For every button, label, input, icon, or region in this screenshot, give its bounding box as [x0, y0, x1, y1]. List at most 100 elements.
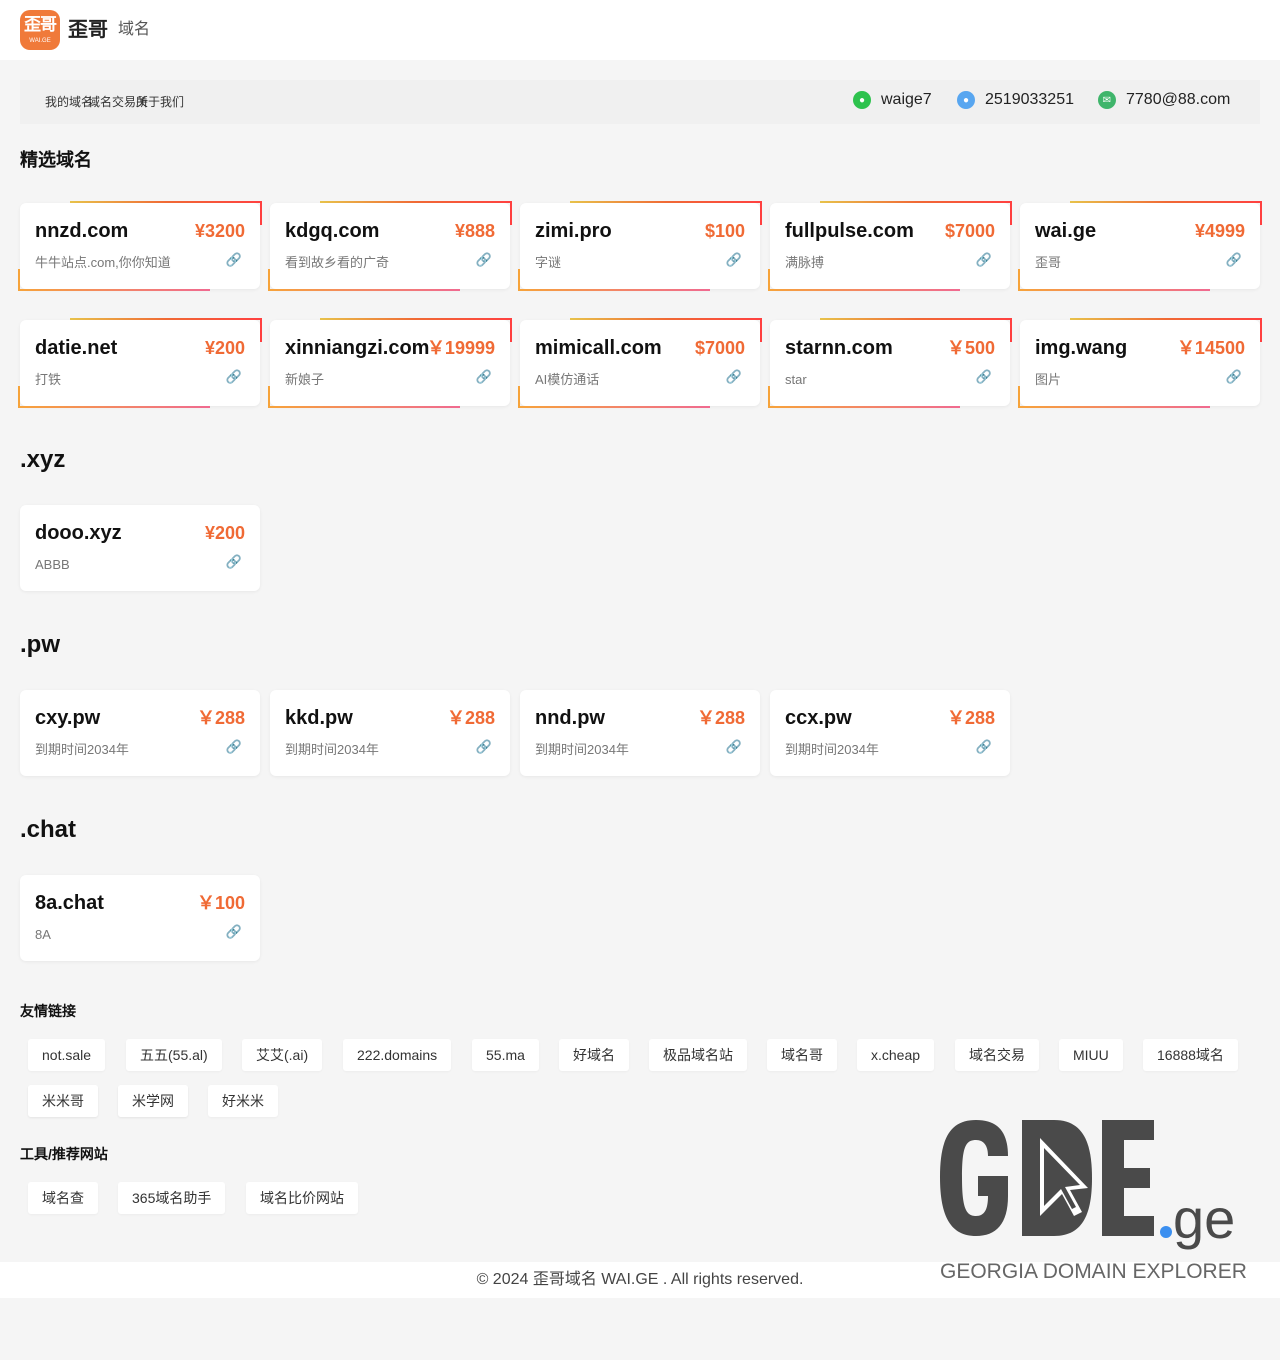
domain-card-dooo-xyz[interactable]: dooo.xyz ¥200 ABBB 🔗 — [20, 505, 260, 591]
domain-name: img.wang — [1035, 337, 1128, 359]
link-tag-x-cheap[interactable]: x.cheap — [857, 1039, 935, 1071]
domain-description: 字谜 — [535, 255, 562, 270]
link-icon[interactable]: 🔗 — [476, 738, 492, 756]
link-icon[interactable]: 🔗 — [226, 923, 242, 941]
domain-card-starnn-com[interactable]: starnn.com ￥500 star 🔗 — [768, 318, 1012, 408]
link-tag-16888[interactable]: 16888域名 — [1143, 1039, 1238, 1071]
link-tag-55-al[interactable]: 五五(55.al) — [126, 1039, 222, 1071]
domain-card-wai-ge[interactable]: wai.ge ¥4999 歪哥 🔗 — [1018, 201, 1262, 291]
domain-card-kdgq-com[interactable]: kdgq.com ¥888 看到故乡看的广奇 🔗 — [268, 201, 512, 291]
domain-price: ￥288 — [946, 708, 995, 728]
domain-card-nnd-pw[interactable]: nnd.pw ￥288 到期时间2034年 🔗 — [520, 690, 760, 776]
contact-mail[interactable]: ✉ 7780@88.com — [1098, 90, 1230, 110]
link-icon[interactable]: 🔗 — [1226, 251, 1242, 269]
domain-price: ￥100 — [196, 893, 245, 913]
domain-description: 新娘子 — [285, 372, 325, 387]
domain-price: $100 — [704, 221, 745, 241]
svg-text:ge: ge — [1173, 1187, 1235, 1250]
link-icon[interactable]: 🔗 — [226, 251, 242, 269]
brand-name[interactable]: 歪哥 — [68, 17, 108, 43]
domain-description: star — [785, 372, 807, 387]
domain-card-mimicall-com[interactable]: mimicall.com $7000 AI模仿通话 🔗 — [518, 318, 762, 408]
section-title-featured: 精选域名 — [20, 150, 92, 170]
link-tag-not-sale[interactable]: not.sale — [28, 1039, 106, 1071]
link-tag-item-2[interactable]: 好米米 — [208, 1085, 278, 1117]
link-tag-item-6[interactable]: 极品域名站 — [649, 1039, 747, 1071]
domain-card-zimi-pro[interactable]: zimi.pro $100 字谜 🔗 — [518, 201, 762, 291]
link-tag-ai[interactable]: 艾艾(.ai) — [242, 1039, 323, 1071]
site-logo[interactable]: 歪哥 WAI.GE — [20, 10, 60, 50]
card-accent-bottom — [518, 289, 710, 291]
domain-price: ￥288 — [446, 708, 495, 728]
domain-card-kkd-pw[interactable]: kkd.pw ￥288 到期时间2034年 🔗 — [270, 690, 510, 776]
gde-logo[interactable]: ge GEORGIA DOMAIN EXPLORER — [936, 1112, 1247, 1292]
svg-text:GEORGIA DOMAIN EXPLORER: GEORGIA DOMAIN EXPLORER — [940, 1260, 1246, 1283]
card-accent-left — [268, 269, 270, 291]
link-tag-item-1[interactable]: 米学网 — [118, 1085, 188, 1117]
card-accent-bottom — [268, 406, 460, 408]
domain-card-nnzd-com[interactable]: nnzd.com ¥3200 牛牛站点.com,你你知道 🔗 — [18, 201, 262, 291]
section-title-xyz: .xyz — [20, 446, 66, 473]
nav-about-us[interactable]: 关于我们 — [136, 94, 184, 110]
domain-card-8a-chat[interactable]: 8a.chat ￥100 8A 🔗 — [20, 875, 260, 961]
domain-description: 到期时间2034年 — [785, 742, 879, 757]
link-tag-365[interactable]: 365域名助手 — [118, 1182, 226, 1214]
link-tag-item-0[interactable]: 米米哥 — [28, 1085, 98, 1117]
nav-my-domains[interactable]: 我的域名 — [45, 94, 93, 110]
link-icon[interactable]: 🔗 — [226, 368, 242, 386]
domain-name: kkd.pw — [285, 707, 353, 729]
mail-address: 7780@88.com — [1126, 91, 1231, 108]
nav-bar: 我的域名 域名交易所 关于我们 ● waige7 ● 2519033251 ✉ … — [20, 80, 1260, 124]
link-tag-item-2[interactable]: 域名比价网站 — [246, 1182, 358, 1214]
link-icon[interactable]: 🔗 — [476, 251, 492, 269]
domain-description: 看到故乡看的广奇 — [285, 255, 390, 270]
domain-name: kdgq.com — [285, 220, 380, 242]
domain-card-datie-net[interactable]: datie.net ¥200 打铁 🔗 — [18, 318, 262, 408]
link-tag-miuu[interactable]: MIUU — [1059, 1039, 1123, 1071]
link-icon[interactable]: 🔗 — [976, 368, 992, 386]
link-icon[interactable]: 🔗 — [976, 251, 992, 269]
qq-number: 2519033251 — [985, 91, 1074, 108]
link-icon[interactable]: 🔗 — [476, 368, 492, 386]
qq-icon: ● — [957, 91, 975, 109]
link-icon[interactable]: 🔗 — [1226, 368, 1242, 386]
card-accent-bottom — [268, 289, 460, 291]
domain-name: datie.net — [35, 337, 118, 359]
domain-description: 图片 — [1035, 372, 1062, 387]
logo-subtext: WAI.GE — [29, 38, 51, 44]
link-icon[interactable]: 🔗 — [726, 251, 742, 269]
card-accent-left — [268, 386, 270, 408]
link-icon[interactable]: 🔗 — [226, 553, 242, 571]
link-icon[interactable]: 🔗 — [726, 368, 742, 386]
domain-card-img-wang[interactable]: img.wang ￥14500 图片 🔗 — [1018, 318, 1262, 408]
domain-price: $7000 — [944, 221, 995, 241]
link-tag-item-7[interactable]: 域名哥 — [767, 1039, 837, 1071]
domain-card-fullpulse-com[interactable]: fullpulse.com $7000 满脉搏 🔗 — [768, 201, 1012, 291]
gde-logo-graphic: ge GEORGIA DOMAIN EXPLORER — [940, 1120, 1247, 1283]
top-header: 歪哥 WAI.GE 歪哥 域名 — [0, 0, 1280, 60]
domain-name: zimi.pro — [535, 220, 612, 242]
card-accent-bottom — [518, 406, 710, 408]
domain-card-ccx-pw[interactable]: ccx.pw ￥288 到期时间2034年 🔗 — [770, 690, 1010, 776]
domain-description: 牛牛站点.com,你你知道 — [35, 255, 171, 270]
link-tag-item-5[interactable]: 好域名 — [559, 1039, 629, 1071]
wechat-icon: ● — [853, 91, 871, 109]
link-tag-item-9[interactable]: 域名交易 — [955, 1039, 1039, 1071]
domain-name: wai.ge — [1035, 220, 1097, 242]
domain-description: ABBB — [35, 557, 70, 572]
contact-wechat[interactable]: ● waige7 — [853, 90, 932, 110]
link-icon[interactable]: 🔗 — [726, 738, 742, 756]
card-accent-bottom — [1018, 406, 1210, 408]
domain-card-xinniangzi-com[interactable]: xinniangzi.com ￥19999 新娘子 🔗 — [268, 318, 512, 408]
link-tag-item-0[interactable]: 域名查 — [28, 1182, 98, 1214]
domain-name: mimicall.com — [535, 337, 662, 359]
domain-name: dooo.xyz — [35, 522, 122, 544]
tools-title: 工具/推荐网站 — [20, 1146, 108, 1162]
link-tag-222-domains[interactable]: 222.domains — [343, 1039, 452, 1071]
contact-qq[interactable]: ● 2519033251 — [957, 90, 1074, 110]
link-icon[interactable]: 🔗 — [226, 738, 242, 756]
link-tag-55-ma[interactable]: 55.ma — [472, 1039, 539, 1071]
link-icon[interactable]: 🔗 — [976, 738, 992, 756]
domain-card-cxy-pw[interactable]: cxy.pw ￥288 到期时间2034年 🔗 — [20, 690, 260, 776]
domain-price: ￥14500 — [1176, 338, 1245, 358]
